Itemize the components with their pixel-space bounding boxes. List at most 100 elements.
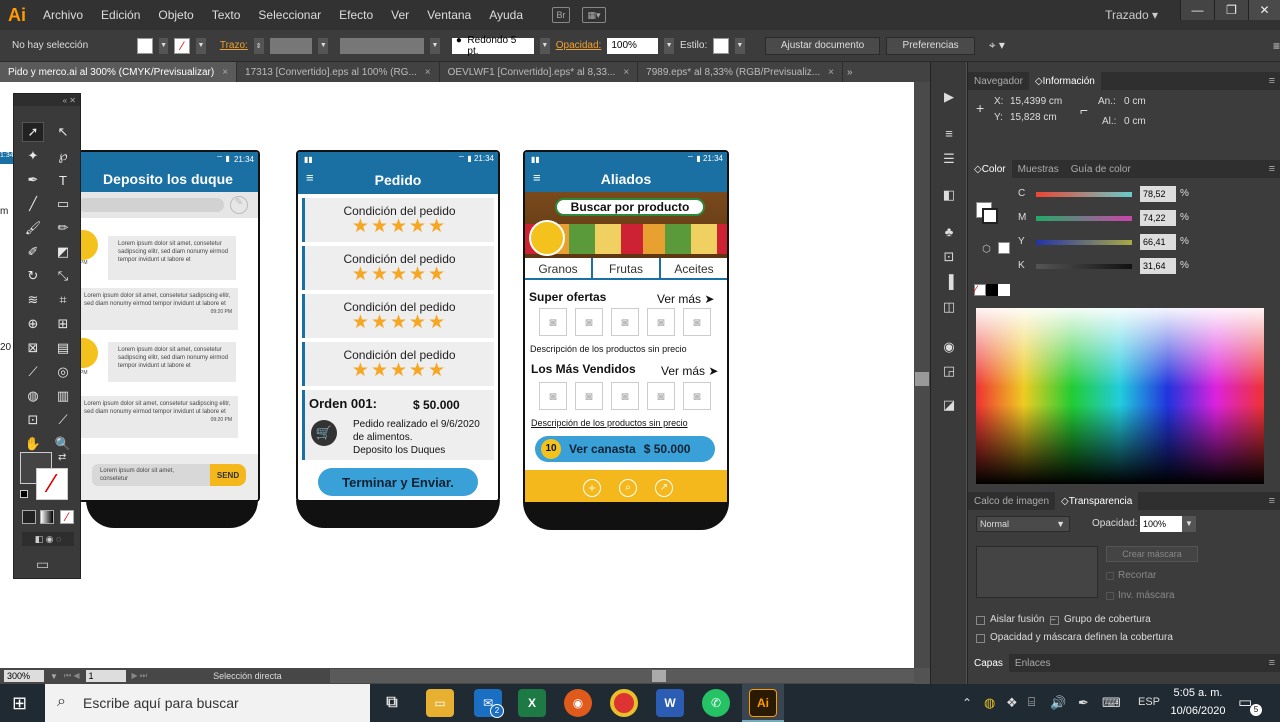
tools-panel-header[interactable]: « ✕	[14, 94, 80, 106]
edit-icon[interactable]: ✎	[230, 196, 248, 214]
invert-mask-checkbox[interactable]	[1106, 592, 1114, 600]
tab-7989[interactable]: 7989.eps* al 8,33% (RGB/Previsualiz... ×	[638, 62, 843, 82]
brush-field[interactable]: ● Redondo 5 pt.	[451, 35, 534, 57]
horizontal-scroll-thumb[interactable]	[652, 670, 666, 682]
drawing-modes-icon[interactable]: ◧ ◉ ◌	[22, 532, 74, 546]
tab-guia-de-color[interactable]: Guía de color	[1065, 160, 1137, 178]
close-tab-icon[interactable]: ×	[828, 67, 834, 78]
zoom-tool-icon[interactable]: 🔍	[52, 434, 74, 454]
panel-menu-icon[interactable]: ≡	[1269, 75, 1280, 87]
rating-stars[interactable]: ★★★★★	[352, 361, 447, 380]
selection-tool-icon[interactable]: ➚	[22, 122, 44, 142]
opacity-dropdown[interactable]: ▼	[664, 37, 675, 54]
tab-capas[interactable]: Capas	[968, 654, 1009, 672]
opacity-field[interactable]: 100%	[1140, 516, 1182, 532]
network-icon[interactable]: ⌸	[1028, 695, 1035, 710]
pathfinder-icon[interactable]: ◫	[939, 298, 959, 316]
taskbar-search-box[interactable]: ⌕ Escribe aquí para buscar	[45, 684, 370, 722]
file-explorer-icon[interactable]: ▭	[426, 689, 454, 717]
stroke-dropdown[interactable]: ▼	[196, 37, 206, 54]
layers-icon[interactable]: ◪	[939, 396, 959, 414]
stroke-weight-dropdown[interactable]: ▼	[318, 37, 329, 54]
chat-search-bar[interactable]: ✎	[78, 192, 258, 218]
horizontal-scrollbar[interactable]	[330, 669, 914, 683]
product-image-placeholder[interactable]: ◙	[575, 382, 603, 410]
rating-stars[interactable]: ★★★★★	[352, 265, 447, 284]
clock-time[interactable]: 5:05 a. m.	[1168, 687, 1228, 699]
menu-objeto[interactable]: Objeto	[149, 0, 202, 30]
tab-navegador[interactable]: Navegador	[968, 72, 1029, 90]
next-artboard-icon[interactable]: ▶ ⏭	[132, 671, 148, 681]
swap-colors-icon[interactable]: ⇄	[58, 452, 66, 463]
stroke-weight-field[interactable]	[269, 37, 313, 54]
stroke-indicator[interactable]	[982, 208, 998, 224]
line-tool-icon[interactable]: ╱	[22, 194, 44, 214]
stroke-swatch[interactable]: ⁄	[174, 37, 191, 54]
knockout-group-checkbox[interactable]: –	[1050, 616, 1059, 625]
category-aceites[interactable]: Aceites	[661, 258, 727, 278]
menu-seleccionar[interactable]: Seleccionar	[249, 0, 330, 30]
graph-tool-icon[interactable]: ▥	[52, 386, 74, 406]
fill-swatch[interactable]	[137, 37, 153, 54]
blend-tool-icon[interactable]: ◎	[52, 362, 74, 382]
product-image-placeholder[interactable]: ◙	[539, 308, 567, 336]
preferences-button[interactable]: Preferencias	[886, 36, 975, 55]
profile-dropdown[interactable]: ▼	[430, 37, 440, 54]
menu-texto[interactable]: Texto	[203, 0, 250, 30]
align-left-icon[interactable]: ≡	[939, 124, 959, 142]
close-tab-icon[interactable]: ×	[222, 67, 228, 78]
panel-menu-icon[interactable]: ≡	[1269, 163, 1280, 175]
product-image-placeholder[interactable]: ◙	[611, 308, 639, 336]
zoom-dropdown[interactable]: ▼	[50, 672, 58, 681]
task-view-icon[interactable]: ⧉	[378, 689, 406, 717]
warp-tool-icon[interactable]: ≋	[22, 290, 44, 310]
menu-efecto[interactable]: Efecto	[330, 0, 382, 30]
blend-mode-select[interactable]: Normal ▼	[976, 516, 1070, 532]
yellow-slider[interactable]	[1036, 240, 1132, 245]
minimize-button[interactable]: —	[1180, 0, 1214, 20]
tab-muestras[interactable]: Muestras	[1012, 160, 1065, 178]
align-icon[interactable]: ⌖ ▾	[989, 38, 1005, 53]
product-image-placeholder[interactable]: ◙	[683, 382, 711, 410]
add-icon[interactable]: +	[583, 479, 601, 497]
free-transform-tool-icon[interactable]: ⌗	[52, 290, 74, 310]
artboard-field[interactable]: 1	[85, 670, 126, 682]
product-image-placeholder[interactable]: ◙	[539, 382, 567, 410]
close-tab-icon[interactable]: ×	[425, 67, 431, 78]
whatsapp-icon[interactable]: ✆	[702, 689, 730, 717]
blob-brush-tool-icon[interactable]: ✐	[22, 242, 44, 262]
pen-tool-icon[interactable]: ✒	[22, 170, 44, 190]
shape-builder-tool-icon[interactable]: ⊕	[22, 314, 44, 334]
opacity-dropdown[interactable]: ▼	[1182, 516, 1196, 532]
lasso-tool-icon[interactable]: ℘	[52, 146, 74, 166]
variable-width-profile[interactable]	[340, 37, 425, 54]
product-image-placeholder[interactable]: ◙	[611, 382, 639, 410]
word-icon[interactable]: W	[656, 689, 684, 717]
product-image-placeholder[interactable]: ◙	[647, 382, 675, 410]
opacity-label[interactable]: Opacidad:	[556, 40, 602, 51]
white-swatch[interactable]	[998, 284, 1010, 296]
submit-order-button[interactable]: Terminar y Enviar.	[318, 468, 478, 496]
firefox-icon[interactable]: ◉	[564, 689, 592, 717]
fill-dropdown[interactable]: ▼	[158, 37, 169, 54]
clip-checkbox[interactable]	[1106, 572, 1114, 580]
none-mode-icon[interactable]: ⁄	[60, 510, 74, 524]
stroke-weight-stepper[interactable]: ⇕	[253, 37, 264, 54]
menu-edicion[interactable]: Edición	[92, 0, 149, 30]
graphic-styles-icon[interactable]: ◲	[939, 362, 959, 380]
gradient-tool-icon[interactable]: ▤	[52, 338, 74, 358]
default-colors-icon[interactable]	[20, 490, 28, 498]
magenta-field[interactable]: 74,22	[1140, 210, 1176, 226]
search-product-banner[interactable]: Buscar por producto	[555, 198, 705, 216]
magic-wand-tool-icon[interactable]: ✦	[22, 146, 44, 166]
mask-thumbnail[interactable]	[976, 546, 1098, 598]
mesh-tool-icon[interactable]: ⊠	[22, 338, 44, 358]
symbol-sprayer-tool-icon[interactable]: ◍	[22, 386, 44, 406]
artboard-tool-icon[interactable]: ⊡	[22, 410, 44, 430]
none-swatch[interactable]: ⁄	[974, 284, 986, 296]
yellow-field[interactable]: 66,41	[1140, 234, 1176, 250]
menu-ventana[interactable]: Ventana	[418, 0, 480, 30]
black-slider[interactable]	[1036, 264, 1132, 269]
share-icon[interactable]: ↗	[655, 479, 673, 497]
color-spectrum[interactable]	[976, 308, 1264, 484]
